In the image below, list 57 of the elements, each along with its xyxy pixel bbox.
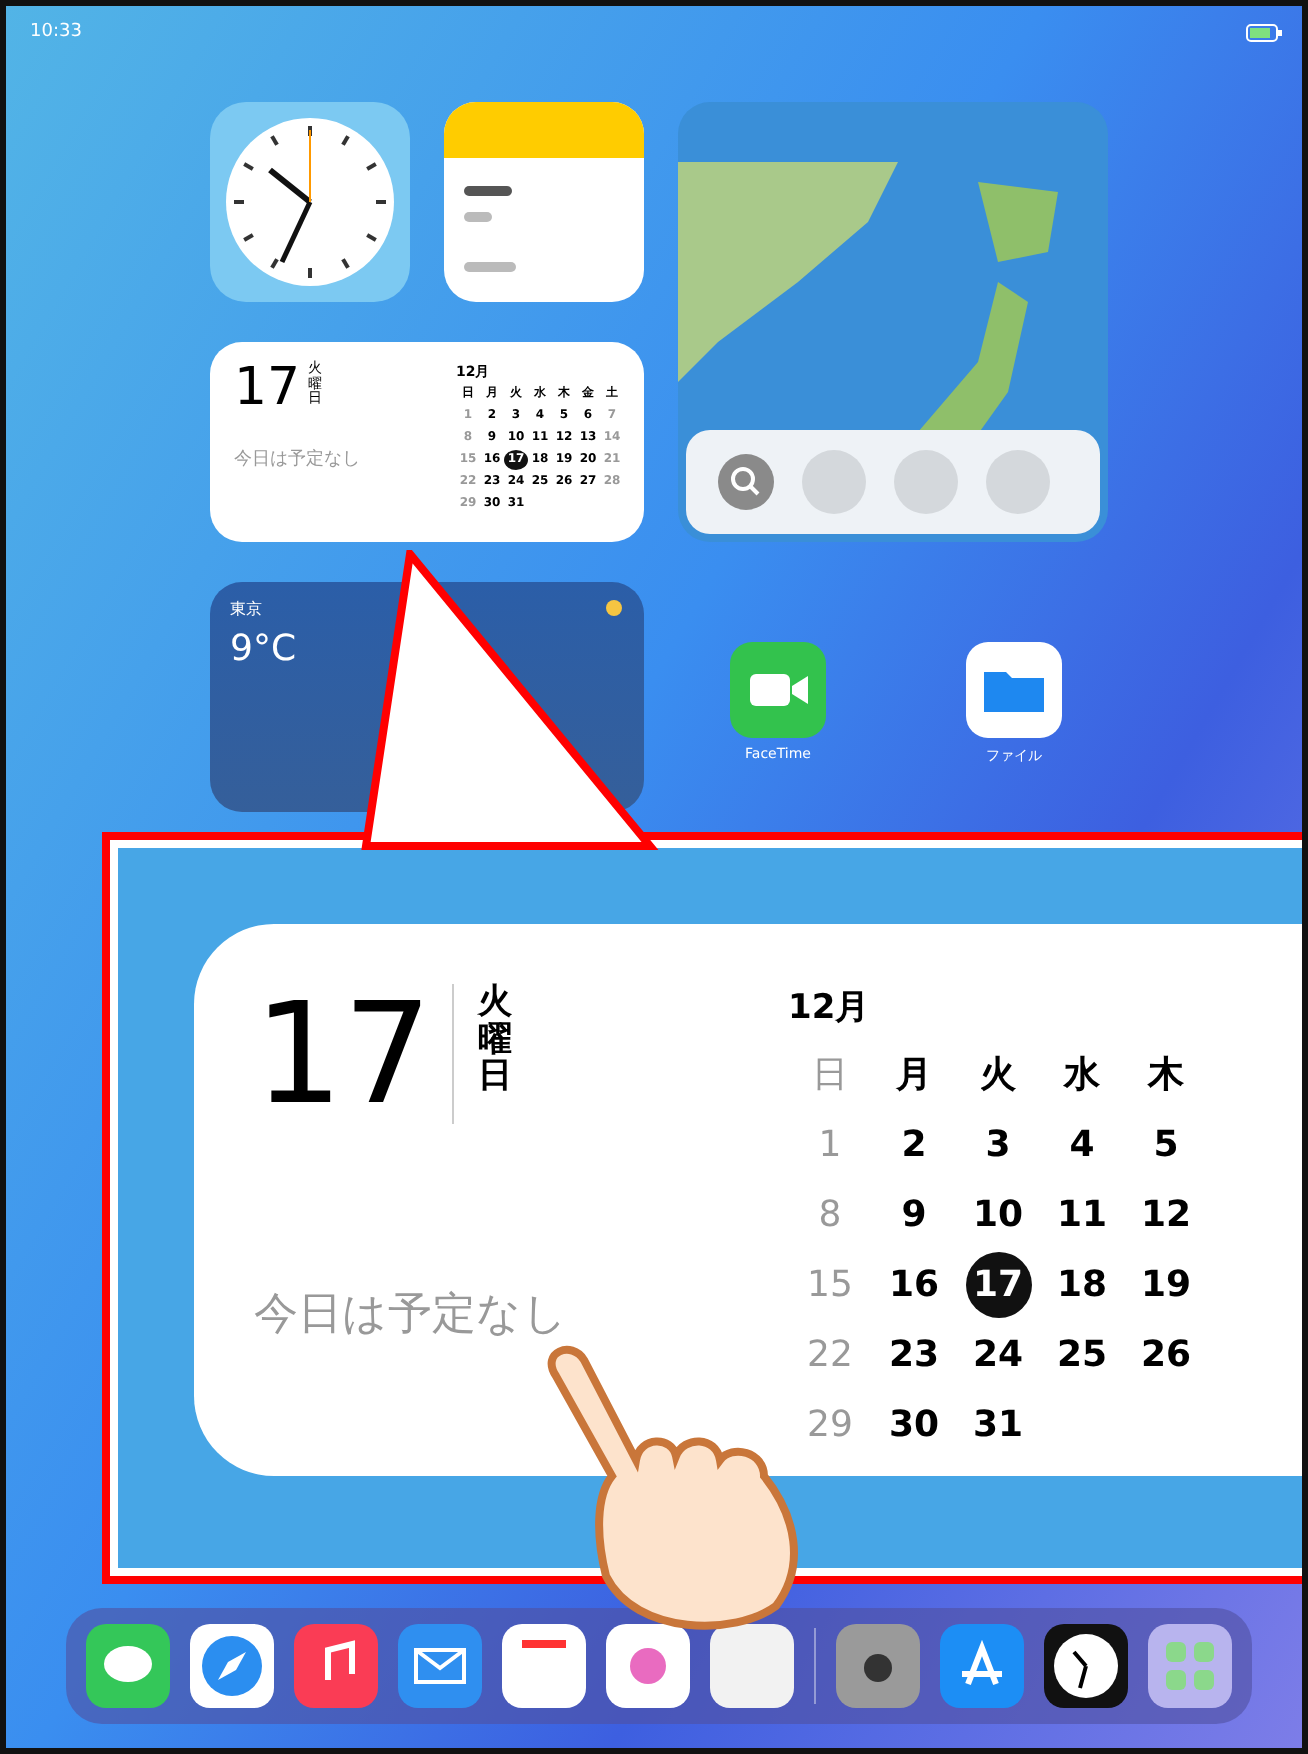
clock-widget[interactable] — [210, 102, 410, 302]
app-store-icon[interactable] — [940, 1624, 1024, 1708]
month-label: 12月 — [788, 986, 872, 1030]
calendar-day: 3 — [965, 1112, 1031, 1178]
sun-icon — [604, 598, 624, 618]
island — [978, 182, 1058, 262]
calendar-day: 4 — [1049, 1112, 1115, 1178]
day-number: 17 — [234, 362, 301, 414]
weekday-header: 火 — [978, 1052, 1018, 1100]
calendar-day: 30 — [881, 1392, 947, 1458]
clock-icon[interactable] — [1044, 1624, 1128, 1708]
battery-icon — [1246, 23, 1282, 41]
calendar-day: 2 — [881, 1112, 947, 1178]
calendar-day: 18 — [1049, 1252, 1115, 1318]
weekday-label: 火曜日 — [478, 984, 513, 1101]
calendar-day: 26 — [1133, 1322, 1199, 1388]
calendar-day: 31 — [965, 1392, 1031, 1458]
day-number: 17 — [254, 984, 455, 1124]
app-library-icon[interactable] — [1148, 1624, 1232, 1708]
notes-widget[interactable] — [444, 102, 644, 302]
calendar-day: 8 — [797, 1182, 863, 1248]
speech-bubble-icon[interactable] — [86, 1624, 170, 1708]
calendar-day: 11 — [1049, 1182, 1115, 1248]
calendar-day: 29 — [797, 1392, 863, 1458]
calendar-day: 16 — [881, 1252, 947, 1318]
weekday-header: 水 — [1061, 1052, 1102, 1100]
calendar-day: 15 — [797, 1252, 863, 1318]
city-label: 東京 — [230, 598, 262, 620]
envelope-icon[interactable] — [398, 1624, 482, 1708]
weekday-header: 月 — [894, 1052, 934, 1100]
weekday-header: 木 — [1145, 1052, 1186, 1100]
app-icon[interactable] — [710, 1624, 794, 1708]
calendar-day: 25 — [1049, 1322, 1115, 1388]
calendar-day: 5 — [1133, 1112, 1199, 1178]
status-time: 10:33 — [30, 22, 82, 42]
camera-icon[interactable] — [836, 1624, 920, 1708]
calendar-day: 12 — [1133, 1182, 1199, 1248]
video-camera-icon[interactable] — [730, 642, 826, 738]
flower-icon[interactable] — [606, 1624, 690, 1708]
search-icon[interactable] — [718, 454, 774, 510]
compass-icon[interactable] — [190, 1624, 274, 1708]
folder-icon[interactable] — [966, 642, 1062, 738]
calendar-day: 23 — [881, 1322, 947, 1388]
map-widget[interactable] — [678, 102, 1108, 542]
no-events-text: 今日は予定なし — [254, 1288, 568, 1344]
calendar-icon[interactable] — [502, 1624, 586, 1708]
no-events-text: 今日は予定なし — [234, 447, 360, 472]
calendar-day: 17 — [965, 1252, 1031, 1318]
calendar-day: 9 — [881, 1182, 947, 1248]
calendar-day: 10 — [965, 1182, 1031, 1248]
calendar-day: 1 — [797, 1112, 863, 1178]
music-note-icon[interactable] — [294, 1624, 378, 1708]
weekday-header: 日 — [810, 1052, 850, 1100]
temperature: 9°C — [230, 628, 297, 670]
calendar-day: 24 — [965, 1322, 1031, 1388]
calendar-day: 19 — [1133, 1252, 1199, 1318]
calendar-day: 22 — [797, 1322, 863, 1388]
